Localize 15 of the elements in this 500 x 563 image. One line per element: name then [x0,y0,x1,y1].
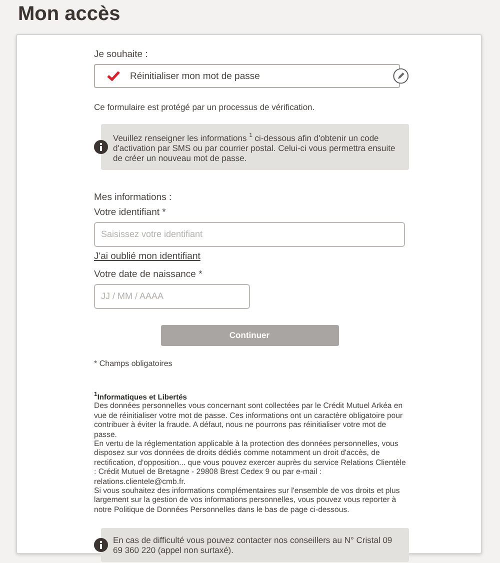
identifier-field[interactable]: Saisissez votre identifiant [94,222,405,247]
info-icon [94,140,108,154]
identifier-label: Votre identifiant * [94,206,167,218]
forgot-link[interactable]: J'ai oublié mon identifiant [94,250,200,262]
page-title: Mon accès [17,2,122,27]
edit-icon[interactable] [393,68,409,84]
section-label: Mes informations : [94,192,173,203]
choice-field[interactable]: Réinitialiser mon mot de passe [94,64,400,88]
choice-label: Je souhaite : [94,49,149,60]
birthdate-field[interactable]: JJ / MM / AAAA [94,284,250,309]
contact-text: En cas de difficulté vous pouvez contacter nos conseillers au N° Cristal 09 69 360 220 (appel non surtaxé). [113,535,392,556]
info-text: Veuillez renseigner les informations $^{1}$ ci-dessous afin d'obtenir un code d'activation par SMS ou par courrier postal. Celui-ci vous permettra ensuite de créer un nouveau mot de passe. [113,132,396,163]
verification-note: Ce formulaire est protégé par un processus de vérification. [94,102,316,112]
birthdate-label: Votre date de naissance * [94,268,204,280]
required-note: * Champs obligatoires [94,358,174,368]
